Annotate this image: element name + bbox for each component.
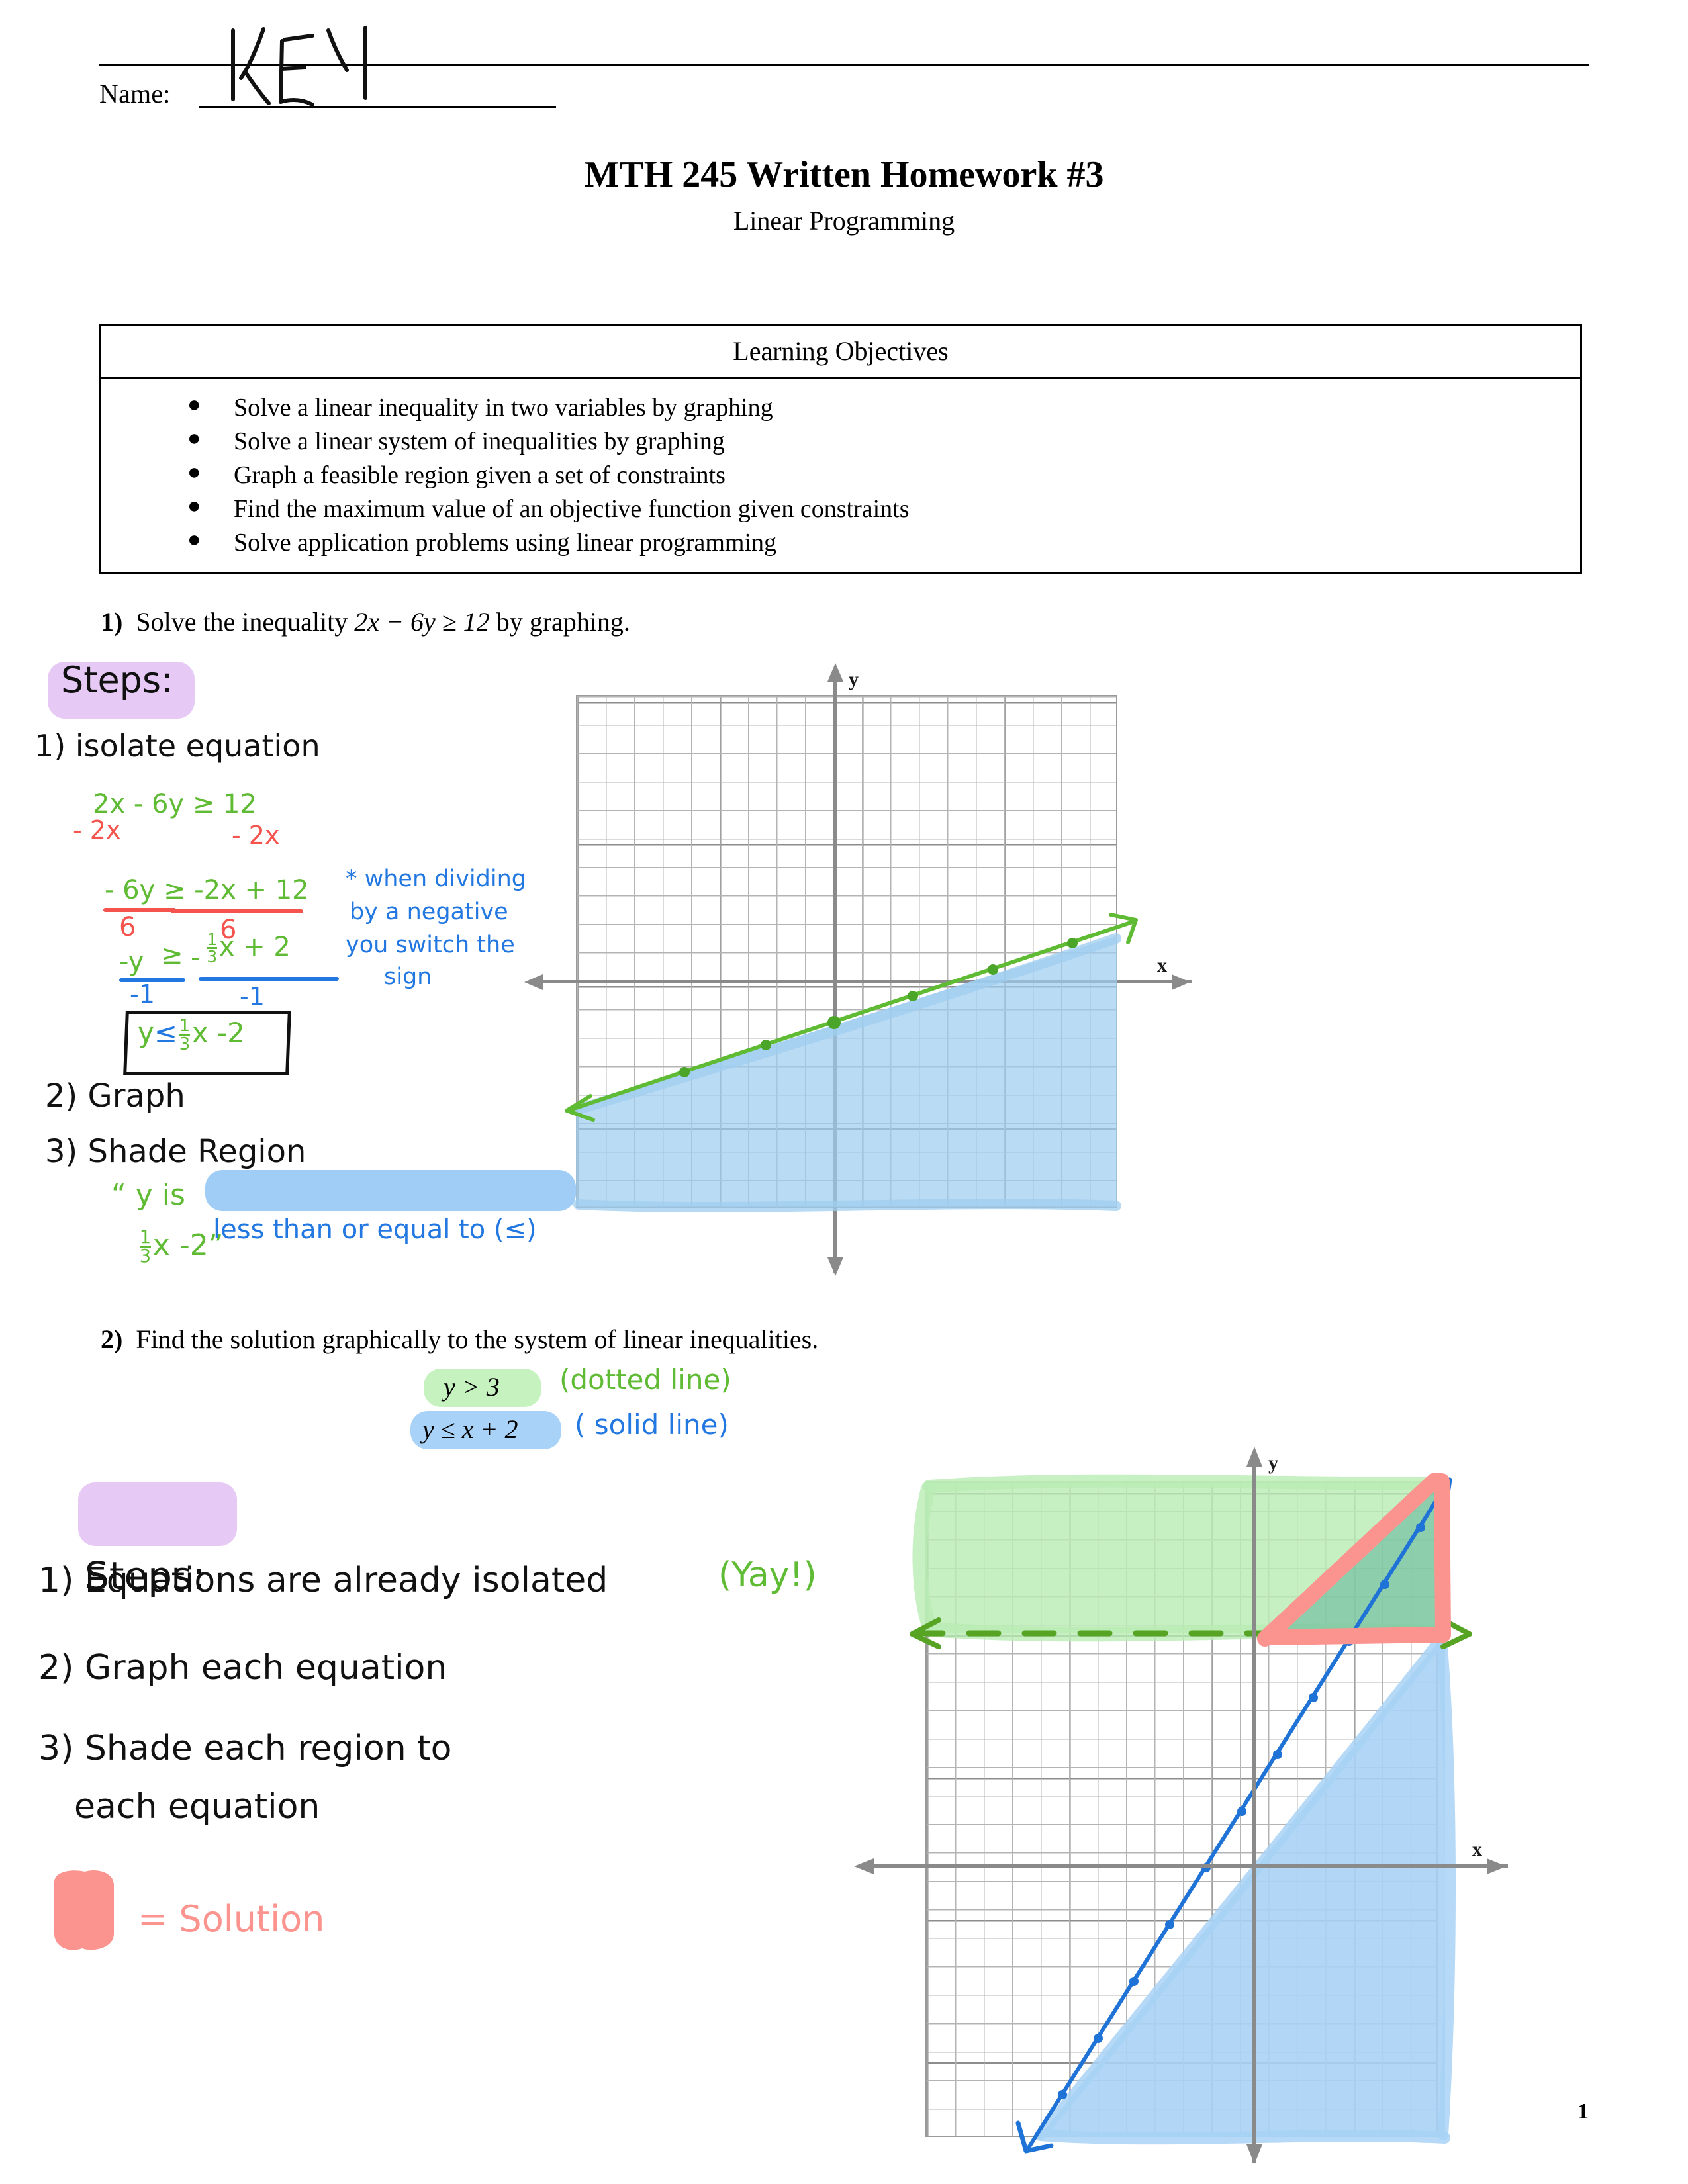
problem-2-step-3-line-1: 3) Shade each region to: [38, 1729, 452, 1768]
list-item: ● Solve a linear inequality in two variab…: [101, 391, 1580, 425]
division-bar-right-neg1: [199, 977, 339, 981]
shade-note-text: less than or equal to (≤): [213, 1214, 537, 1245]
problem-2-text: Find the solution graphically to the sys…: [136, 1324, 819, 1354]
problem-1-step-2: 2) Graph: [45, 1077, 185, 1115]
work-line-2-green: - 6y ≥ -2x + 12: [105, 875, 309, 905]
problem-1-step-1: 1) isolate equation: [34, 728, 320, 764]
work-line-3-relation: ≥: [161, 940, 183, 970]
shade-note-highlight: [205, 1170, 576, 1211]
problem-1-prompt: 1) Solve the inequality 2x − 6y ≥ 12 by g…: [101, 606, 630, 637]
work-line-3-left: -y: [119, 946, 144, 977]
objective-text: Solve application problems using linear …: [234, 528, 777, 557]
work-line-3-sign: -: [191, 942, 201, 973]
answer-fraction-denominator: 3: [179, 1034, 191, 1054]
steps-heading-2: Steps:: [85, 1553, 205, 1598]
bullet-icon: ●: [187, 426, 201, 451]
list-item: ● Find the maximum value of an objective …: [101, 492, 1580, 526]
note-line-1: * when dividing: [346, 866, 526, 892]
page-title: MTH 245 Written Homework #3: [584, 154, 1104, 195]
solution-legend-label: = Solution: [138, 1898, 325, 1940]
objective-text: Solve a linear inequality in two variabl…: [234, 394, 773, 422]
solution-legend-swatch: [54, 1870, 114, 1950]
graph-problem-2: y x: [854, 1443, 1508, 2171]
shade-note-quote: “ y is: [111, 1178, 185, 1212]
bullet-icon: ●: [187, 527, 201, 552]
division-bar-left: [103, 908, 176, 912]
graph-problem-1: y x: [524, 662, 1192, 1276]
note-line-2: by a negative: [350, 899, 508, 925]
learning-objectives-list: ● Solve a linear inequality in two variab…: [101, 379, 1580, 572]
answer-fraction-numerator: 1: [179, 1015, 191, 1036]
steps-highlight-2: [78, 1482, 237, 1546]
objective-text: Solve a linear system of inequalities by…: [234, 427, 725, 455]
handwritten-name-key: [231, 26, 367, 107]
problem-1-text-after: by graphing.: [496, 607, 630, 637]
problem-2-step-2: 2) Graph each equation: [38, 1648, 447, 1688]
tail-fraction-numerator: 1: [139, 1227, 152, 1248]
list-item: ● Solve application problems using linear…: [101, 526, 1580, 560]
inequality-2: y ≤ x + 2: [422, 1414, 518, 1444]
division-bar-right: [171, 909, 303, 913]
problem-2-step-3-line-2: each equation: [74, 1787, 320, 1827]
objective-text: Find the maximum value of an objective f…: [234, 494, 910, 523]
shade-note-tail: 13x -2”: [138, 1227, 224, 1267]
problem-1-text-before: Solve the inequality: [136, 607, 348, 637]
graph-2-y-axis-label: y: [1268, 1452, 1278, 1474]
list-item: ● Solve a linear system of inequalities b…: [101, 425, 1580, 459]
inequality-1-note: (dotted line): [559, 1363, 731, 1396]
answer-rest: x -2: [191, 1017, 245, 1049]
problem-1-step-3: 3) Shade Region: [45, 1133, 306, 1170]
inequality-2-note: ( solid line): [575, 1408, 729, 1441]
objective-text: Graph a feasible region given a set of c…: [234, 461, 726, 489]
page-number: 1: [1577, 2099, 1589, 2124]
work-line-1-red-left: - 2x: [73, 815, 121, 844]
graph-2-solution-outline: [1257, 1473, 1451, 1647]
answer-relation: ≤: [154, 1017, 178, 1049]
denominator-left-6: 6: [119, 912, 136, 942]
bullet-icon: ●: [187, 493, 201, 518]
bullet-icon: ●: [187, 459, 201, 484]
work-line-3-fraction: 13x + 2: [205, 929, 291, 967]
problem-2-prompt: 2) Find the solution graphically to the s…: [101, 1324, 818, 1355]
graph-1-boundary-line: [565, 913, 1138, 1122]
denominator-left-neg1: -1: [130, 979, 155, 1009]
learning-objectives-box: Learning Objectives ● Solve a linear ineq…: [99, 324, 1582, 574]
answer-y: y: [138, 1017, 154, 1049]
tail-fraction-denominator: 3: [139, 1246, 152, 1267]
graph-2-x-axis-label: x: [1472, 1839, 1482, 1860]
work-line-1-red-right: - 2x: [232, 821, 280, 850]
note-line-3: you switch the: [346, 932, 515, 958]
problem-2-number: 2): [101, 1324, 123, 1354]
problem-1-number: 1): [101, 607, 123, 637]
bullet-icon: ●: [187, 392, 201, 417]
worksheet-page: Name: MTH 245 Written Homework #3 Linear…: [0, 0, 1688, 2184]
name-label: Name:: [99, 79, 171, 109]
note-line-4: sign: [384, 964, 432, 990]
work-line-3-rest: x + 2: [218, 932, 291, 962]
fraction-numerator: 1: [207, 929, 218, 949]
denominator-right-neg1: -1: [240, 982, 265, 1011]
fraction-denominator: 3: [207, 947, 218, 967]
page-subtitle: Linear Programming: [733, 206, 955, 236]
learning-objectives-heading: Learning Objectives: [101, 326, 1580, 379]
list-item: ● Graph a feasible region given a set of …: [101, 459, 1580, 492]
graph-2-x-axis-arrows: [854, 1858, 1507, 1874]
steps-heading-1: Steps:: [61, 659, 173, 701]
problem-1-expression: 2x − 6y ≥ 12: [354, 607, 490, 637]
inequality-1: y > 3: [444, 1372, 500, 1402]
graph-1-x-axis-label: x: [1157, 954, 1167, 976]
answer-expression: y≤ 1 3 x -2: [138, 1017, 245, 1053]
